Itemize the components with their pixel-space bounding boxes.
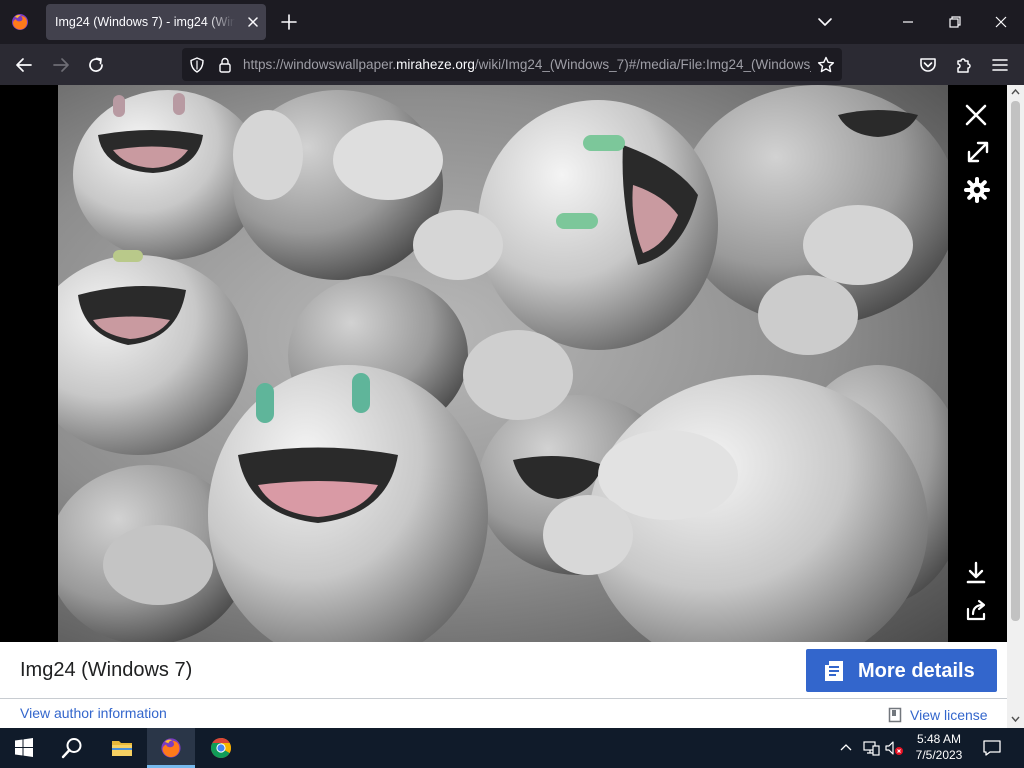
list-all-tabs-chevron-icon[interactable] <box>816 13 834 31</box>
volume-muted-icon[interactable] <box>884 739 904 757</box>
url-domain: miraheze.org <box>396 57 475 72</box>
hamburger-menu-icon[interactable] <box>989 54 1011 76</box>
folder-icon <box>112 741 132 756</box>
search-button[interactable] <box>48 728 96 768</box>
desktop-screen: Img24 (Windows 7) - img24 (Windows 7) <box>0 0 1024 768</box>
windows-taskbar: 5:48 AM 7/5/2023 <box>0 728 1024 768</box>
image-title: Img24 (Windows 7) <box>20 659 193 681</box>
clock-time: 5:48 AM <box>916 732 962 746</box>
tab-title: Img24 (Windows 7) - img24 (Windows 7) <box>55 15 235 29</box>
window-minimize-icon[interactable] <box>898 13 918 31</box>
system-clock[interactable]: 5:48 AM 7/5/2023 <box>908 731 970 763</box>
pocket-icon[interactable] <box>917 54 939 76</box>
secure-connection-lock-icon[interactable] <box>216 56 234 74</box>
view-author-information-link[interactable]: View author information <box>20 705 167 721</box>
url-text[interactable]: https://windowswallpaper.miraheze.org/wi… <box>243 57 811 72</box>
download-icon[interactable] <box>963 560 989 586</box>
windows-logo-icon <box>15 738 33 757</box>
window-close-icon[interactable] <box>991 13 1011 31</box>
new-tab-icon[interactable] <box>280 13 298 31</box>
start-button[interactable] <box>0 728 48 768</box>
reload-icon[interactable] <box>85 54 107 76</box>
taskbar-chrome[interactable] <box>197 728 245 768</box>
taskbar-firefox[interactable] <box>147 728 195 768</box>
network-icon[interactable] <box>862 739 880 757</box>
media-viewer <box>0 85 1007 642</box>
clock-date: 7/5/2023 <box>915 748 963 762</box>
notifications-icon[interactable] <box>982 739 1002 757</box>
close-tab-icon[interactable] <box>244 13 262 31</box>
tab-img24-windows-7[interactable]: Img24 (Windows 7) - img24 (Windows 7) <box>46 4 266 40</box>
view-license-link[interactable]: View license <box>910 707 988 723</box>
bookmark-star-icon[interactable] <box>816 55 836 75</box>
show-hidden-icons-chevron-icon[interactable] <box>838 740 854 756</box>
address-bar[interactable]: https://windowswallpaper.miraheze.org/wi… <box>182 48 842 81</box>
search-icon <box>61 738 82 759</box>
settings-gear-icon[interactable] <box>964 177 990 203</box>
browser-tab-strip: Img24 (Windows 7) - img24 (Windows 7) <box>0 0 1024 44</box>
extensions-puzzle-icon[interactable] <box>953 54 975 76</box>
license-icon <box>888 707 902 723</box>
more-details-button[interactable]: More details <box>806 649 997 692</box>
scrollbar-thumb[interactable] <box>1011 101 1020 621</box>
firefox-menu-icon[interactable] <box>10 12 30 32</box>
chrome-icon <box>211 738 231 758</box>
tracking-protection-shield-icon[interactable] <box>188 56 206 74</box>
forward-arrow-icon[interactable] <box>50 54 72 76</box>
file-details-icon <box>825 661 843 681</box>
taskbar-file-explorer[interactable] <box>98 728 146 768</box>
fullscreen-expand-icon[interactable] <box>965 139 991 165</box>
media-info-panel: Img24 (Windows 7) More details View auth… <box>0 642 1007 728</box>
more-details-label: More details <box>858 660 975 682</box>
page-scrollbar[interactable] <box>1007 85 1024 728</box>
scroll-down-arrow-icon[interactable] <box>1011 715 1020 723</box>
window-restore-icon[interactable] <box>945 13 965 31</box>
url-prefix: https://windowswallpaper. <box>243 57 397 72</box>
info-divider <box>0 698 1007 699</box>
share-icon[interactable] <box>964 597 990 623</box>
firefox-icon <box>161 738 181 758</box>
wallpaper-image[interactable] <box>58 85 948 642</box>
wallpaper-artwork <box>58 85 948 642</box>
close-viewer-icon[interactable] <box>963 102 989 128</box>
url-path: /wiki/Img24_(Windows_7)#/media/File:Img2… <box>474 57 811 72</box>
browser-navigation-toolbar: https://windowswallpaper.miraheze.org/wi… <box>0 44 1024 85</box>
scroll-up-arrow-icon[interactable] <box>1011 88 1020 96</box>
back-arrow-icon[interactable] <box>13 54 35 76</box>
